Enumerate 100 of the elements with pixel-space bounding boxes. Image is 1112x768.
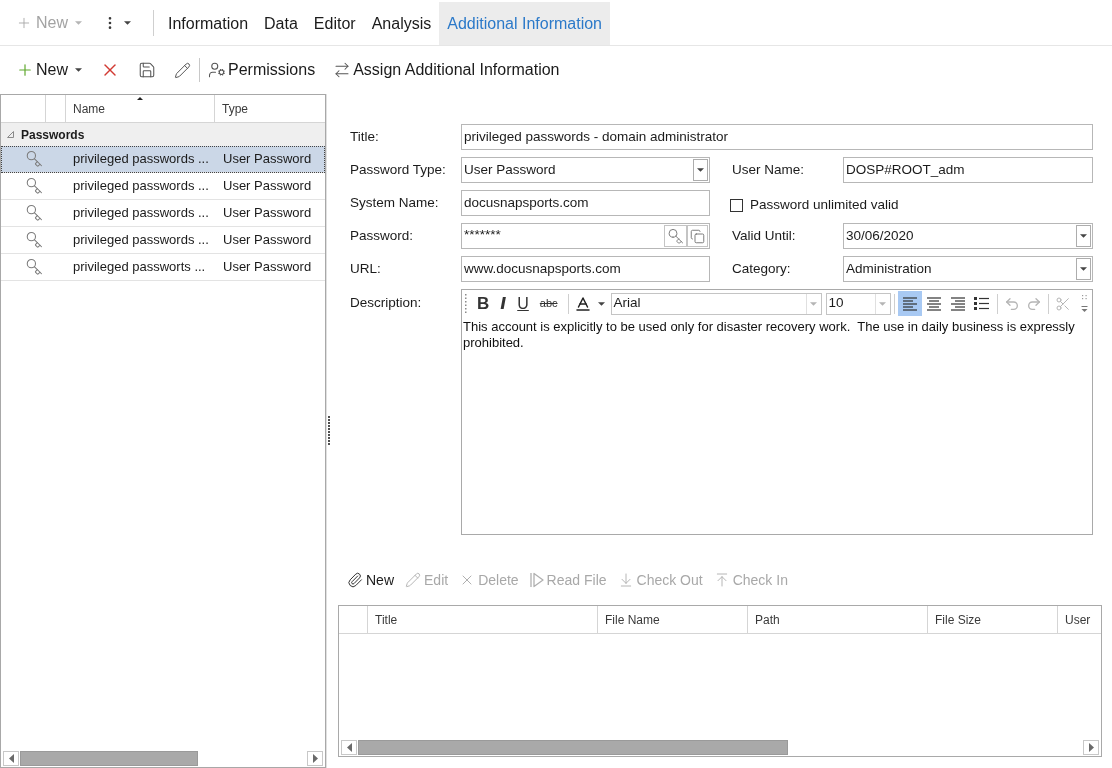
input-field[interactable]: privileged passwords - domain administrator	[461, 124, 1093, 150]
group-label: Passwords	[21, 126, 85, 144]
scroll-left-button[interactable]	[341, 740, 357, 755]
tab[interactable]: Editor	[305, 2, 364, 45]
overflow-icon[interactable]	[1081, 293, 1088, 314]
field-label: User Name:	[732, 160, 805, 179]
field-label: Valid Until:	[732, 226, 797, 245]
new-button[interactable]: New	[346, 569, 395, 591]
name-cell-text: privileged passwords ...	[72, 204, 210, 223]
user-gear-icon	[208, 61, 226, 79]
input-field[interactable]: www.docusnapsports.com	[461, 256, 710, 282]
save-icon	[138, 61, 156, 79]
caret-icon	[75, 68, 82, 72]
key-icon	[25, 150, 43, 168]
checkbox-label: Password unlimited valid	[750, 196, 899, 214]
plus-icon	[16, 61, 34, 79]
assign-button[interactable]: Assign Additional Information	[329, 55, 564, 85]
dropdown-field[interactable]: User Password	[461, 157, 710, 183]
right-triangle-icon	[312, 754, 318, 763]
column-header[interactable]: File Name	[598, 606, 748, 633]
show-password-button[interactable]	[664, 225, 687, 247]
tab[interactable]: Additional Information	[439, 2, 610, 45]
column-header[interactable]: Title	[368, 606, 598, 633]
horizontal-scrollbar[interactable]	[339, 739, 1101, 756]
swap-arrows-icon	[333, 61, 352, 79]
field-label: System Name:	[350, 193, 440, 212]
column-header[interactable]: File Size	[928, 606, 1058, 633]
left-triangle-icon	[346, 743, 352, 752]
sort-arrow-icon	[137, 97, 143, 100]
column-header[interactable]: Type	[215, 95, 325, 122]
scissors-icon	[1054, 295, 1071, 312]
format-button[interactable]: abc	[535, 291, 562, 316]
dropdown-button[interactable]	[693, 159, 708, 181]
scrollbar-thumb[interactable]	[358, 740, 788, 755]
type-cell-text: User Password	[222, 150, 312, 169]
checkbox[interactable]	[730, 198, 743, 212]
font-dropdown[interactable]: Arial	[610, 292, 822, 315]
align-left-icon	[902, 296, 917, 311]
format-button[interactable]: I	[496, 291, 511, 316]
name-cell-text: privileged passworts ...	[72, 258, 207, 277]
caret-icon	[810, 301, 818, 306]
field-label: Password:	[350, 226, 415, 245]
scroll-left-button[interactable]	[3, 751, 19, 766]
splitter-grip-icon[interactable]	[327, 416, 330, 446]
scroll-right-button[interactable]	[307, 751, 323, 766]
description-editor[interactable]: B I U abc Arial 10 This account is explicitly to be used only for disaster recovery work. The use in daily business is expressly prohibited.	[461, 289, 1093, 535]
left-triangle-icon	[8, 754, 14, 763]
password-field[interactable]: *******	[461, 223, 710, 249]
copy-button[interactable]	[687, 225, 708, 247]
tab[interactable]: Analysis	[363, 2, 440, 45]
field-label: Password Type:	[350, 160, 447, 179]
format-button[interactable]: U	[513, 291, 533, 316]
bullet-list-icon	[974, 297, 990, 310]
input-field[interactable]: DOSP#ROOT_adm	[843, 157, 1093, 183]
type-cell-text: User Password	[222, 231, 312, 250]
play-bar-icon	[529, 572, 544, 588]
tab[interactable]: Information	[160, 2, 257, 45]
type-cell-text: User Password	[222, 204, 312, 223]
tab[interactable]: Data	[256, 2, 306, 45]
align-center-icon	[926, 296, 941, 311]
group-row[interactable]: Passwords	[1, 123, 325, 146]
dropdown-button[interactable]	[1076, 225, 1091, 247]
key-icon	[25, 204, 43, 222]
caret-icon	[1080, 267, 1087, 271]
description-text: This account is explicitly to be used only for disaster recovery work. The use in daily business is expressly prohibited.	[462, 318, 1076, 351]
pencil-icon	[174, 61, 191, 79]
field-label: URL:	[350, 259, 382, 278]
key-icon	[25, 258, 43, 276]
field-label: Title:	[350, 127, 380, 146]
horizontal-scrollbar[interactable]	[1, 750, 325, 767]
column-header[interactable]: Path	[748, 606, 928, 633]
type-cell-text: User Password	[222, 258, 312, 277]
type-cell-text: User Password	[222, 177, 312, 196]
new-button[interactable]: New	[12, 55, 86, 85]
name-cell-text: privileged passwords ...	[72, 177, 210, 196]
paperclip-icon	[347, 572, 363, 588]
dropdown-field[interactable]: Administration	[843, 256, 1093, 282]
caret-icon	[597, 301, 605, 306]
caret-icon	[879, 301, 887, 306]
format-button[interactable]: B	[473, 291, 494, 316]
align-right-icon	[950, 296, 965, 311]
scrollbar-thumb[interactable]	[20, 751, 198, 766]
copy-icon	[690, 228, 705, 244]
list-row[interactable]: privileged passwords ... User Password	[1, 146, 325, 173]
key-icon	[25, 231, 43, 249]
size-dropdown[interactable]: 10	[825, 292, 891, 315]
column-header[interactable]: Name	[66, 95, 215, 122]
permissions-button[interactable]: Permissions	[204, 55, 320, 85]
key-icon	[667, 227, 684, 245]
name-cell-text: privileged passwords ...	[72, 150, 210, 169]
font-color-icon	[573, 294, 592, 313]
dropdown-button[interactable]	[1076, 258, 1091, 280]
column-header[interactable]: User	[1058, 606, 1101, 633]
caret-icon	[1080, 234, 1087, 238]
name-cell-text: privileged passwords ...	[72, 231, 210, 250]
scroll-right-button[interactable]	[1083, 740, 1099, 755]
expand-triangle-icon[interactable]	[7, 131, 14, 138]
field-label: Category:	[732, 259, 792, 278]
dropdown-field[interactable]: 30/06/2020	[843, 223, 1093, 249]
input-field[interactable]: docusnapsports.com	[461, 190, 710, 216]
